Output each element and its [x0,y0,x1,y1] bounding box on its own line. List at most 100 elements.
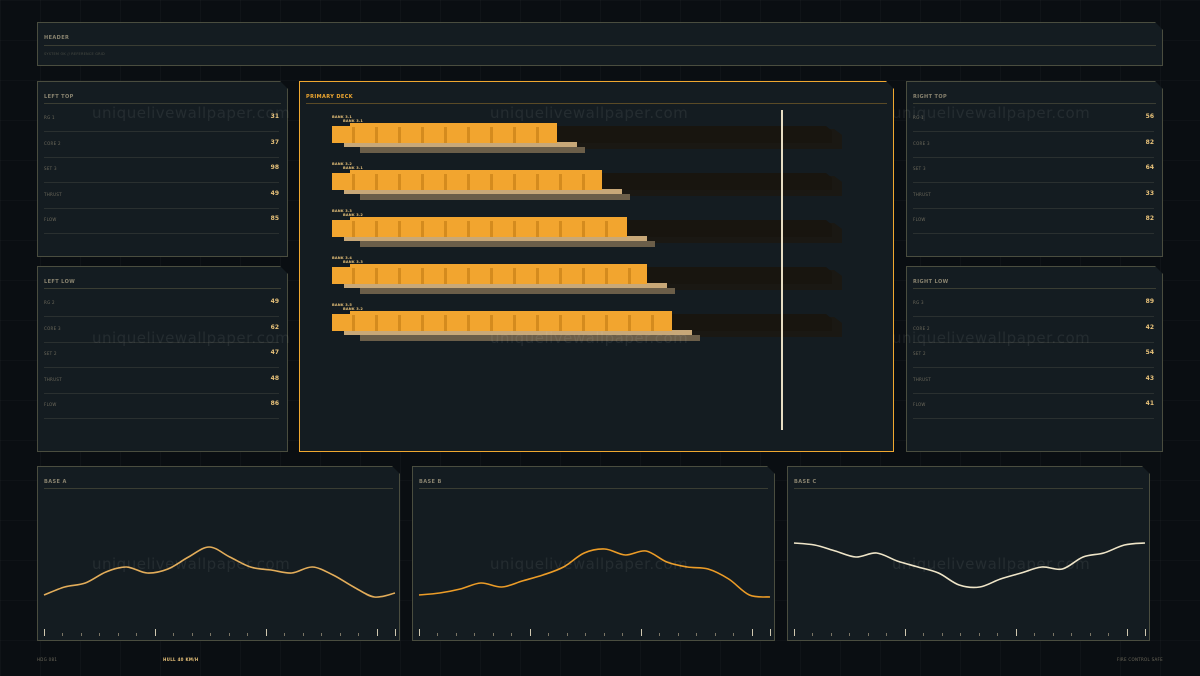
stat-value: 49 [270,189,279,197]
stat-value: 89 [1145,298,1154,305]
axis-tick [770,629,771,636]
left-top-panel: LEFT TOP RG 1 31 CORE 2 37 SET 3 98 THRUST 49 FL… [37,81,288,257]
axis-tick [567,633,568,636]
header-subtitle: SYSTEM OK // REFERENCE GRID [44,52,105,56]
axis-tick [284,633,285,636]
stat-value: 41 [1145,400,1154,407]
axis-tick [474,633,475,636]
stat-value: 37 [270,138,279,146]
axis-tick [321,633,322,636]
stat-row: RG 1 31 [44,106,279,132]
stat-value: 98 [270,164,279,171]
stat-label: CORE 2 [913,325,930,331]
bank-fill-cap [350,123,557,127]
bank-bar: BANK 3.1 BANK 3.1 [332,120,852,156]
axis-tick [136,633,137,636]
stat-value: 48 [270,374,279,382]
bank-fill-shadow [360,194,630,200]
stat-value: 42 [1145,323,1154,331]
stat-row: THRUST 48 [44,368,279,394]
primary-deck-panel: PRIMARY DECK BANK 3.1 BANK 3.1 BANK 3.2 BAN… [299,81,894,452]
wave-line [794,543,1145,587]
panel-rule [44,288,281,289]
stat-label: CORE 2 [44,140,61,146]
stat-row: THRUST 43 [913,368,1154,394]
axis-tick [266,629,267,636]
axis-tick [733,633,734,636]
footer-fire-control: FIRE CONTROL SAFE [1116,657,1163,662]
header-panel: HEADER SYSTEM OK // REFERENCE GRID [37,22,1163,66]
axis-tick [395,629,396,636]
axis-tick [44,629,45,636]
axis-tick [118,633,119,636]
axis-tick [1071,633,1072,636]
stat-row: RG 1 56 [913,106,1154,132]
axis-tick [437,633,438,636]
left-low-panel: LEFT LOW RG 2 49 CORE 3 62 SET 2 47 THRUST 48 FL… [37,266,288,452]
wave-line [44,547,395,597]
axis-tick [229,633,230,636]
axis-tick [548,633,549,636]
stat-label: SET 3 [44,166,57,171]
panel-title: RIGHT TOP [913,94,948,100]
stat-label: THRUST [44,376,62,382]
wave-chart [413,467,776,642]
axis-tick [886,633,887,636]
stat-label: CORE 3 [913,140,930,146]
axis-tick [340,633,341,636]
stat-value: 64 [1145,164,1154,171]
bank-fill-shadow [360,241,655,247]
stat-label: SET 3 [913,166,926,171]
stat-row: CORE 3 82 [913,132,1154,158]
deck-position-marker[interactable] [781,110,783,430]
stat-value: 82 [1145,215,1154,222]
axis-tick [960,633,961,636]
bank-sublabel: BANK 3.1 [343,119,364,123]
panel-rule [306,103,887,104]
stat-row: FLOW 86 [44,393,279,419]
stat-row: SET 2 54 [913,342,1154,368]
axis-tick [696,633,697,636]
stat-row: RG 3 89 [913,291,1154,317]
bank-sublabel: BANK 3.2 [343,213,364,217]
axis-tick [641,629,642,636]
stat-row: FLOW 82 [913,208,1154,234]
stat-row: THRUST 33 [913,183,1154,209]
bank-fill [332,267,647,284]
axis-tick [868,633,869,636]
base-b-panel: BASE B [412,466,775,641]
stat-value: 31 [270,113,279,120]
axis-tick [1090,633,1091,636]
stat-label: THRUST [44,191,62,197]
bank-fill-shadow [360,335,700,341]
axis-tick [1034,633,1035,636]
stat-row: THRUST 49 [44,183,279,209]
bank-fill-cap [350,170,602,174]
stat-label: FLOW [44,402,57,407]
footer-hull-speed: HULL 40 KM/H [163,657,199,662]
axis-tick [358,633,359,636]
stat-row: FLOW 85 [44,208,279,234]
stat-label: FLOW [913,402,926,407]
panel-rule [913,103,1156,104]
axis-tick [247,633,248,636]
axis-tick [942,633,943,636]
stat-value: 33 [1145,189,1154,197]
stat-row: SET 2 47 [44,342,279,368]
bank-fill [332,314,672,331]
axis-tick [1053,633,1054,636]
stat-label: FLOW [913,217,926,222]
stat-value: 85 [270,215,279,222]
stat-row: SET 3 64 [913,157,1154,183]
base-c-panel: BASE C [787,466,1150,641]
axis-tick [831,633,832,636]
axis-tick [377,629,378,636]
stat-label: SET 2 [913,351,926,356]
stat-label: THRUST [913,191,931,197]
stat-row: FLOW 41 [913,393,1154,419]
bank-bar: BANK 3.5 BANK 3.2 [332,308,852,344]
stat-value: 43 [1145,374,1154,382]
bank-fill-shadow [360,288,675,294]
stat-label: RG 1 [44,115,55,120]
axis-tick [715,633,716,636]
